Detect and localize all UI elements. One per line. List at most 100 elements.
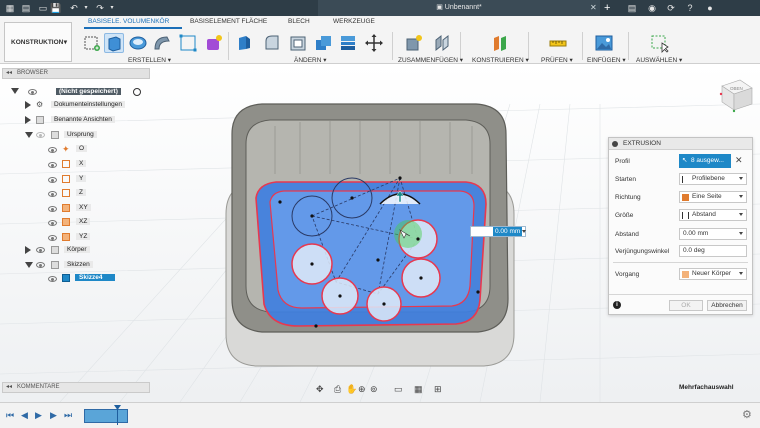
account-icon[interactable]: ● — [704, 2, 716, 14]
form-icon[interactable] — [204, 33, 224, 53]
close-tab-icon[interactable]: ✕ — [590, 0, 597, 16]
browser-item-bodies[interactable]: Körper — [64, 244, 90, 255]
visibility-eye-icon[interactable] — [48, 162, 57, 168]
expand-icon[interactable] — [25, 132, 33, 138]
create-sketch-icon[interactable] — [82, 33, 102, 53]
measure-icon[interactable] — [548, 33, 568, 53]
direction-select[interactable]: Eine Seite — [679, 191, 747, 203]
visibility-eye-icon[interactable] — [48, 276, 57, 282]
browser-root-item[interactable]: (Nicht gespeichert) — [56, 86, 121, 97]
undo-dropdown-icon[interactable]: ▾ — [80, 2, 92, 14]
browser-item-named-views[interactable]: Benannte Ansichten — [51, 114, 115, 125]
zoom-icon[interactable]: ⊕ — [358, 384, 366, 394]
browser-item-sketch4[interactable]: Skizze4 — [75, 272, 115, 283]
workspace-selector[interactable]: KONSTRUKTION ▾ — [4, 22, 72, 62]
clear-selection-icon[interactable]: ✕ — [735, 155, 743, 166]
look-at-icon[interactable]: ⎙ — [334, 384, 342, 394]
browser-item-z-axis[interactable]: Z — [76, 187, 86, 198]
view-cube[interactable] — [719, 79, 753, 113]
timeline-last-icon[interactable]: ⏭ — [64, 410, 74, 420]
timeline-next-icon[interactable]: ▶ — [50, 410, 60, 420]
select-icon[interactable] — [650, 33, 670, 53]
taper-field[interactable]: 0.0 deg — [679, 245, 747, 257]
tab-sheet-metal[interactable]: BLECH — [288, 18, 310, 25]
group-assemble[interactable]: ZUSAMMENFÜGEN ▾ — [398, 56, 463, 64]
collapse-icon[interactable]: ◂◂ — [6, 383, 12, 392]
grid-settings-icon[interactable]: ▦ — [414, 384, 423, 394]
pan-icon[interactable]: ✋ — [346, 383, 357, 394]
timeline-prev-icon[interactable]: ◀ — [21, 410, 31, 420]
timeline-feature-sketch[interactable] — [84, 409, 128, 423]
extent-select[interactable]: Abstand — [679, 209, 747, 221]
distance-input[interactable]: 0.00 mm — [470, 226, 526, 237]
browser-item-origin-point[interactable]: O — [76, 143, 88, 154]
browser-item-xy-plane[interactable]: XY — [76, 202, 91, 213]
distance-field[interactable]: 0.00 mm — [679, 228, 747, 240]
group-modify[interactable]: ÄNDERN ▾ — [294, 56, 327, 64]
fillet-icon[interactable] — [262, 33, 282, 53]
undo-icon[interactable]: ↶ — [68, 2, 80, 14]
comments-panel[interactable]: ◂◂ KOMMENTARE — [2, 382, 150, 393]
browser-item-yz-plane[interactable]: YZ — [76, 231, 91, 242]
group-inspect[interactable]: PRÜFEN ▾ — [541, 56, 573, 64]
visibility-eye-icon[interactable] — [36, 262, 45, 268]
extrude-tool-highlight[interactable] — [104, 33, 124, 53]
timeline-play-icon[interactable]: ▶ — [35, 410, 45, 420]
group-select[interactable]: AUSWÄHLEN ▾ — [636, 56, 682, 64]
visibility-eye-icon[interactable] — [36, 132, 45, 138]
expand-icon[interactable] — [25, 101, 31, 109]
fit-icon[interactable]: ⊚ — [370, 384, 378, 394]
operation-select[interactable]: Neuer Körper — [679, 268, 747, 280]
tab-surface[interactable]: BASISELEMENT FLÄCHE — [190, 18, 267, 25]
profile-selection-button[interactable]: ↖ 8 ausgew... — [679, 154, 731, 168]
help-icon[interactable]: ? — [684, 2, 696, 14]
ok-button[interactable]: OK — [669, 300, 703, 311]
collapse-dot-icon[interactable] — [612, 141, 618, 147]
redo-dropdown-icon[interactable]: ▾ — [106, 2, 118, 14]
press-pull-icon[interactable] — [235, 33, 255, 53]
visibility-eye-icon[interactable] — [48, 147, 57, 153]
group-create[interactable]: ERSTELLEN ▾ — [128, 56, 171, 64]
expand-icon[interactable] — [25, 246, 31, 254]
new-component-icon[interactable] — [404, 33, 424, 53]
activate-radio-icon[interactable] — [133, 88, 141, 96]
extrusion-header[interactable]: EXTRUSION — [609, 138, 752, 150]
group-insert[interactable]: EINFÜGEN ▾ — [587, 56, 626, 64]
browser-item-origin[interactable]: Ursprung — [64, 129, 97, 140]
combine-icon[interactable] — [313, 33, 333, 53]
cancel-button[interactable]: Abbrechen — [707, 300, 747, 311]
expand-icon[interactable] — [25, 262, 33, 268]
collapse-icon[interactable]: ◂◂ — [6, 69, 12, 78]
move-icon[interactable] — [364, 33, 384, 53]
file-menu-icon[interactable]: ▭ — [37, 2, 49, 14]
group-construct[interactable]: KONSTRUIEREN ▾ — [472, 56, 529, 64]
browser-item-y-axis[interactable]: Y — [76, 173, 87, 184]
data-panel-icon[interactable]: ▤ — [20, 2, 32, 14]
tab-solid[interactable]: BASISELE. VOLUMENKÖR — [88, 18, 169, 25]
timeline-marker-icon[interactable] — [114, 405, 121, 425]
orbit-icon[interactable]: ✥ — [316, 384, 324, 394]
redo-icon[interactable]: ↷ — [94, 2, 106, 14]
visibility-eye-icon[interactable] — [48, 206, 57, 212]
offset-plane-icon[interactable] — [490, 33, 510, 53]
job-status-icon[interactable]: ◉ — [646, 2, 658, 14]
browser-item-document-settings[interactable]: Dokumenteinstellungen — [51, 99, 125, 110]
extensions-icon[interactable]: ▤ — [626, 2, 638, 14]
revolve-icon[interactable] — [128, 33, 148, 53]
start-select[interactable]: Profilebene — [679, 173, 747, 185]
info-icon[interactable]: i — [613, 301, 621, 309]
visibility-eye-icon[interactable] — [48, 177, 57, 183]
loft-icon[interactable] — [178, 33, 198, 53]
browser-item-x-axis[interactable]: X — [76, 158, 87, 169]
timeline-first-icon[interactable]: ⏮ — [6, 410, 16, 420]
document-tab[interactable]: ▣ Unbenannt* — [318, 0, 600, 16]
distance-dropdown-icon[interactable] — [522, 230, 526, 233]
visibility-eye-icon[interactable] — [48, 191, 57, 197]
tab-tools[interactable]: WERKZEUGE — [333, 18, 375, 25]
sweep-icon[interactable] — [152, 33, 172, 53]
viewports-icon[interactable]: ⊞ — [434, 384, 442, 394]
new-tab-icon[interactable]: + — [604, 0, 610, 16]
browser-item-sketches[interactable]: Skizzen — [64, 259, 93, 270]
expand-root-icon[interactable] — [11, 88, 19, 94]
gear-icon[interactable]: ⚙ — [742, 408, 752, 421]
